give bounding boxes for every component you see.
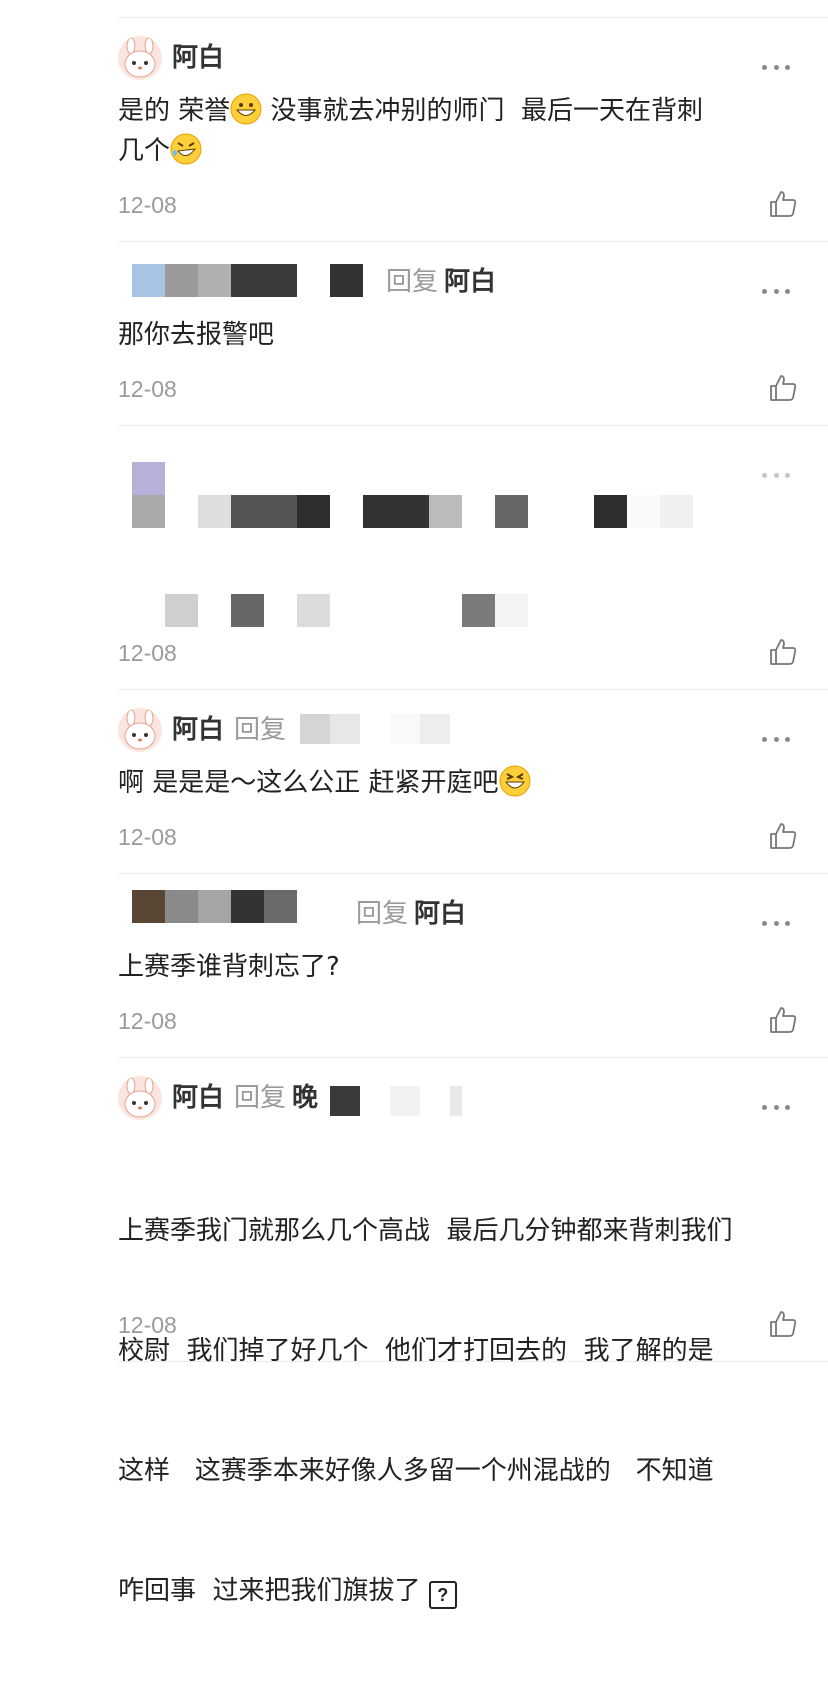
comment-text: 啊 是是是～这么公正 赶紧开庭吧 <box>118 763 798 803</box>
comment-text: 那你去报警吧 <box>118 320 275 350</box>
comment-date: 12-08 <box>118 640 177 666</box>
comment-date: 12-08 <box>118 824 177 850</box>
thumbs-up-icon[interactable] <box>768 637 798 667</box>
rofl-emoji-icon <box>170 133 202 165</box>
comment-text-line: 咋回事 过来把我们旗拔了 ? <box>118 1571 818 1611</box>
laughing-emoji-icon <box>499 765 531 797</box>
thumbs-up-icon[interactable] <box>768 373 798 403</box>
pixelated-reply-target <box>300 714 450 744</box>
divider <box>118 1057 828 1058</box>
comment-date: 12-08 <box>118 376 177 402</box>
reply-label: 回复 <box>386 267 439 297</box>
more-dots-icon[interactable] <box>762 63 790 71</box>
username[interactable]: 阿白 <box>172 715 224 745</box>
comment-header: 回复 阿白 <box>356 898 466 930</box>
more-dots-icon[interactable] <box>762 1103 790 1111</box>
reply-target-username[interactable]: 阿白 <box>414 899 466 929</box>
divider <box>118 17 828 18</box>
comment-text: 上赛季谁背刺忘了? <box>118 952 340 982</box>
comment-text-part: 几个 <box>118 136 171 166</box>
bunny-avatar-icon <box>118 708 162 752</box>
pixelated-avatar <box>132 462 165 528</box>
comment-text-part: 咋回事 过来把我们旗拔了 <box>118 1576 421 1606</box>
comment-date: 12-08 <box>118 1312 177 1338</box>
comment-header: 阿白 回复 <box>172 714 292 746</box>
reply-label: 回复 <box>234 1083 287 1113</box>
avatar[interactable] <box>118 708 162 752</box>
comment-header: 阿白 <box>172 42 224 74</box>
bunny-avatar-icon <box>118 36 162 80</box>
pixelated-username <box>132 890 297 923</box>
username[interactable]: 阿白 <box>172 1083 224 1113</box>
comment-text-line: 这样 这赛季本来好像人多留一个州混战的 不知道 <box>118 1456 714 1486</box>
thumbs-up-icon[interactable] <box>768 1309 798 1339</box>
pixelated-reply-target <box>330 1086 462 1116</box>
reply-label: 回复 <box>356 899 409 929</box>
more-dots-icon[interactable] <box>762 735 790 743</box>
comment-date: 12-08 <box>118 192 177 218</box>
reply-label: 回复 <box>234 715 287 745</box>
comment-text-part: 是的 荣誉 <box>118 96 231 126</box>
comment-text-line: 上赛季我门就那么几个高战 最后几分钟都来背刺我们 <box>118 1216 733 1246</box>
reply-target-username[interactable]: 阿白 <box>444 267 496 297</box>
bunny-avatar-icon <box>118 1076 162 1120</box>
pixelated-comment-text <box>165 594 528 627</box>
comment-text-part: 没事就去冲别的师门 最后一天在背刺 <box>262 96 704 126</box>
comment-text-part: 啊 是是是～这么公正 赶紧开庭吧 <box>118 768 499 798</box>
comment-text-line: 校尉 我们掉了好几个 他们才打回去的 我了解的是 <box>118 1336 714 1366</box>
comment-text: 是的 荣誉 没事就去冲别的师门 最后一天在背刺 几个 <box>118 91 798 171</box>
avatar[interactable] <box>118 36 162 80</box>
thumbs-up-icon[interactable] <box>768 821 798 851</box>
unknown-emoji-icon: ? <box>428 1581 457 1609</box>
divider <box>118 689 828 690</box>
avatar[interactable] <box>118 1076 162 1120</box>
more-dots-icon[interactable] <box>762 287 790 295</box>
pixelated-comment-text <box>198 495 693 528</box>
pixelated-username <box>132 264 363 297</box>
divider <box>118 873 828 874</box>
reply-target-username[interactable]: 晚 <box>292 1083 318 1113</box>
thumbs-up-icon[interactable] <box>768 1005 798 1035</box>
comment-header: 阿白 回复晚 <box>172 1082 318 1114</box>
divider <box>118 425 828 426</box>
more-dots-icon[interactable] <box>762 919 790 927</box>
thumbs-up-icon[interactable] <box>768 189 798 219</box>
more-dots-icon[interactable] <box>762 471 790 479</box>
grinning-emoji-icon <box>230 93 262 125</box>
divider <box>118 241 828 242</box>
username[interactable]: 阿白 <box>172 43 224 73</box>
comment-date: 12-08 <box>118 1008 177 1034</box>
comment-header: 回复 阿白 <box>386 266 496 298</box>
comment-text: 上赛季我门就那么几个高战 最后几分钟都来背刺我们 校尉 我们掉了好几个 他们才打… <box>118 1131 818 1691</box>
